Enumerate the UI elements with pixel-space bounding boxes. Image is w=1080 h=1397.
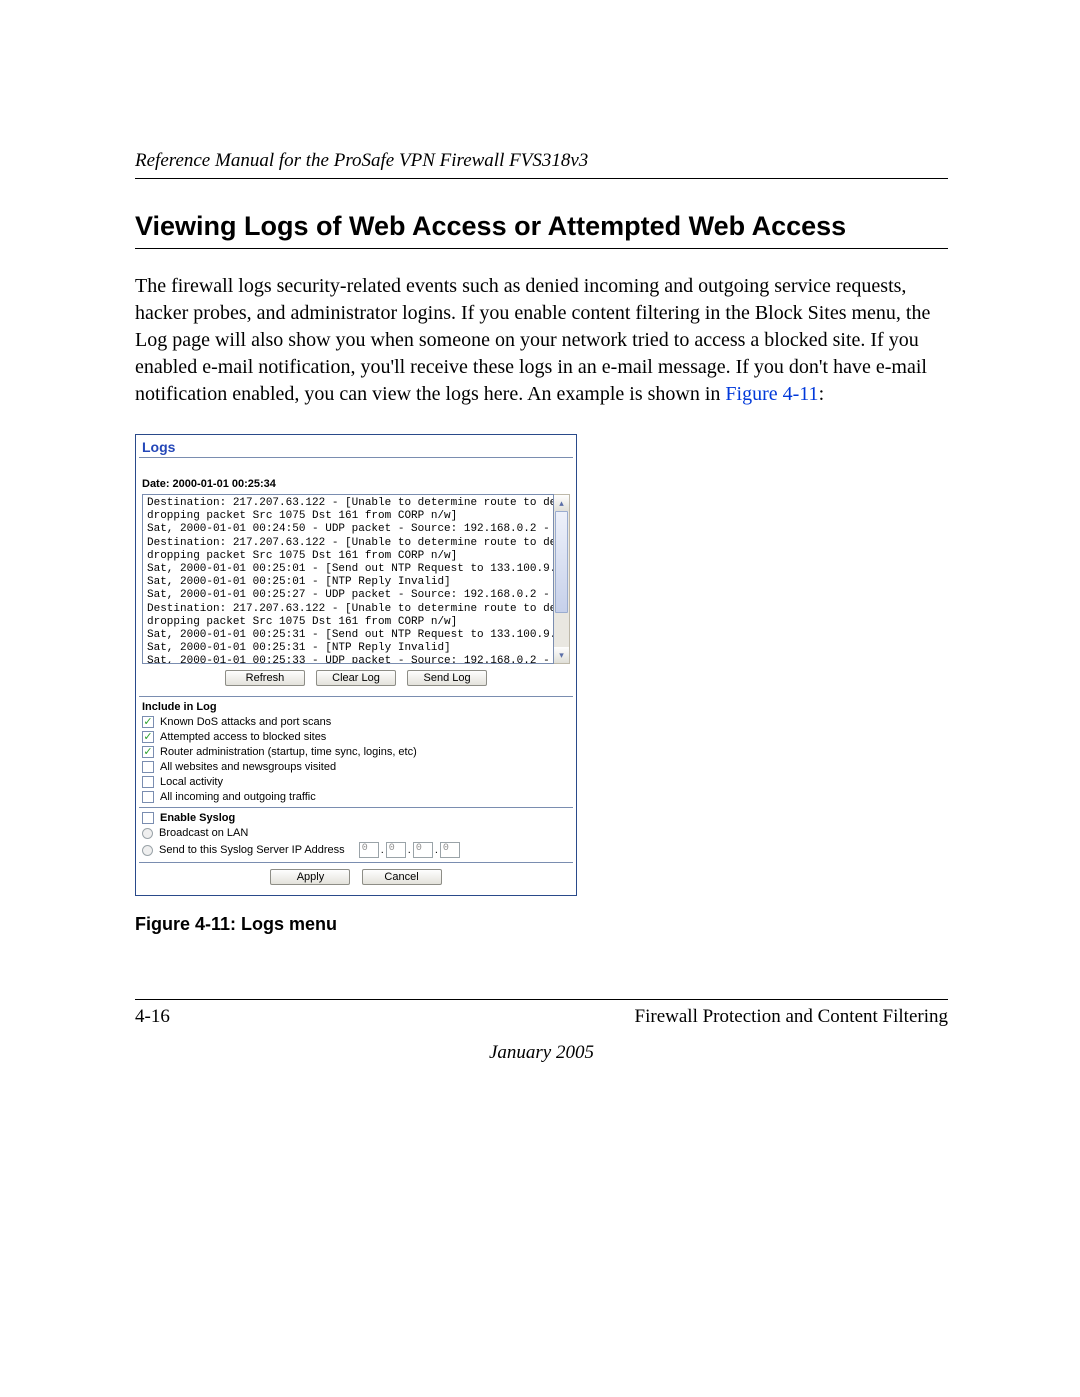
scroll-thumb[interactable] <box>555 511 568 613</box>
enable-syslog-label: Enable Syslog <box>160 812 235 824</box>
divider <box>139 862 573 863</box>
syslog-broadcast-row: Broadcast on LAN <box>142 827 570 839</box>
checkbox-icon[interactable]: ✓ <box>142 716 154 728</box>
include-label: All incoming and outgoing traffic <box>160 791 316 803</box>
bottom-buttons-row: Apply Cancel <box>136 869 576 885</box>
footer-date: January 2005 <box>135 1042 948 1064</box>
checkbox-icon[interactable] <box>142 812 154 824</box>
header-rule <box>135 178 948 179</box>
title-rule <box>135 248 948 249</box>
log-scrollbar[interactable]: ▴ ▾ <box>554 494 570 664</box>
radio-icon[interactable] <box>142 828 153 839</box>
include-item-dos: ✓ Known DoS attacks and port scans <box>142 716 570 728</box>
send-log-button[interactable]: Send Log <box>407 670 487 686</box>
paragraph-colon: : <box>819 383 825 405</box>
include-item-blocked: ✓ Attempted access to blocked sites <box>142 731 570 743</box>
page: Reference Manual for the ProSafe VPN Fir… <box>0 0 1080 1124</box>
clear-log-button[interactable]: Clear Log <box>316 670 396 686</box>
radio-icon[interactable] <box>142 845 153 856</box>
figure-reference-link[interactable]: Figure 4-11 <box>725 383 818 405</box>
checkbox-icon[interactable]: ✓ <box>142 746 154 758</box>
syslog-broadcast-label: Broadcast on LAN <box>159 827 248 839</box>
include-item-websites: All websites and newsgroups visited <box>142 761 570 773</box>
include-label: Local activity <box>160 776 223 788</box>
checkbox-icon[interactable]: ✓ <box>142 731 154 743</box>
ip-octet-2[interactable]: 0 <box>386 842 406 858</box>
ip-octet-1[interactable]: 0 <box>359 842 379 858</box>
include-item-admin: ✓ Router administration (startup, time s… <box>142 746 570 758</box>
log-date: Date: 2000-01-01 00:25:34 <box>142 478 570 490</box>
checkbox-icon[interactable] <box>142 761 154 773</box>
scroll-track[interactable] <box>554 511 569 647</box>
logs-screenshot: Logs Date: 2000-01-01 00:25:34 Destinati… <box>135 434 577 896</box>
syslog-server-row: Send to this Syslog Server IP Address 0.… <box>142 842 570 858</box>
enable-syslog-row: Enable Syslog <box>142 812 570 824</box>
log-textarea[interactable]: Destination: 217.207.63.122 - [Unable to… <box>142 494 554 664</box>
apply-button[interactable]: Apply <box>270 869 350 885</box>
header-reference: Reference Manual for the ProSafe VPN Fir… <box>135 150 948 172</box>
include-label: Known DoS attacks and port scans <box>160 716 331 728</box>
page-number: 4-16 <box>135 1006 170 1028</box>
figure-caption: Figure 4-11: Logs menu <box>135 914 948 935</box>
section-title: Viewing Logs of Web Access or Attempted … <box>135 211 948 242</box>
syslog-server-label: Send to this Syslog Server IP Address <box>159 844 345 856</box>
scroll-down-icon[interactable]: ▾ <box>554 647 569 663</box>
include-in-log-title: Include in Log <box>142 701 570 713</box>
include-label: All websites and newsgroups visited <box>160 761 336 773</box>
logs-panel-title: Logs <box>136 435 576 457</box>
logs-panel-rule <box>139 457 573 458</box>
divider <box>139 807 573 808</box>
refresh-button[interactable]: Refresh <box>225 670 305 686</box>
body-paragraph: The firewall logs security-related event… <box>135 273 948 408</box>
include-label: Attempted access to blocked sites <box>160 731 326 743</box>
checkbox-icon[interactable] <box>142 791 154 803</box>
include-label: Router administration (startup, time syn… <box>160 746 417 758</box>
ip-octet-4[interactable]: 0 <box>440 842 460 858</box>
log-buttons-row: Refresh Clear Log Send Log <box>136 670 576 686</box>
include-item-traffic: All incoming and outgoing traffic <box>142 791 570 803</box>
ip-address-input: 0. 0. 0. 0 <box>359 842 460 858</box>
footer-section: Firewall Protection and Content Filterin… <box>635 1006 948 1028</box>
ip-octet-3[interactable]: 0 <box>413 842 433 858</box>
footer-rule <box>135 999 948 1000</box>
scroll-up-icon[interactable]: ▴ <box>554 495 569 511</box>
include-item-local: Local activity <box>142 776 570 788</box>
divider <box>139 696 573 697</box>
page-footer: 4-16 Firewall Protection and Content Fil… <box>135 999 948 1064</box>
cancel-button[interactable]: Cancel <box>362 869 442 885</box>
log-textarea-wrapper: Destination: 217.207.63.122 - [Unable to… <box>142 494 570 664</box>
checkbox-icon[interactable] <box>142 776 154 788</box>
